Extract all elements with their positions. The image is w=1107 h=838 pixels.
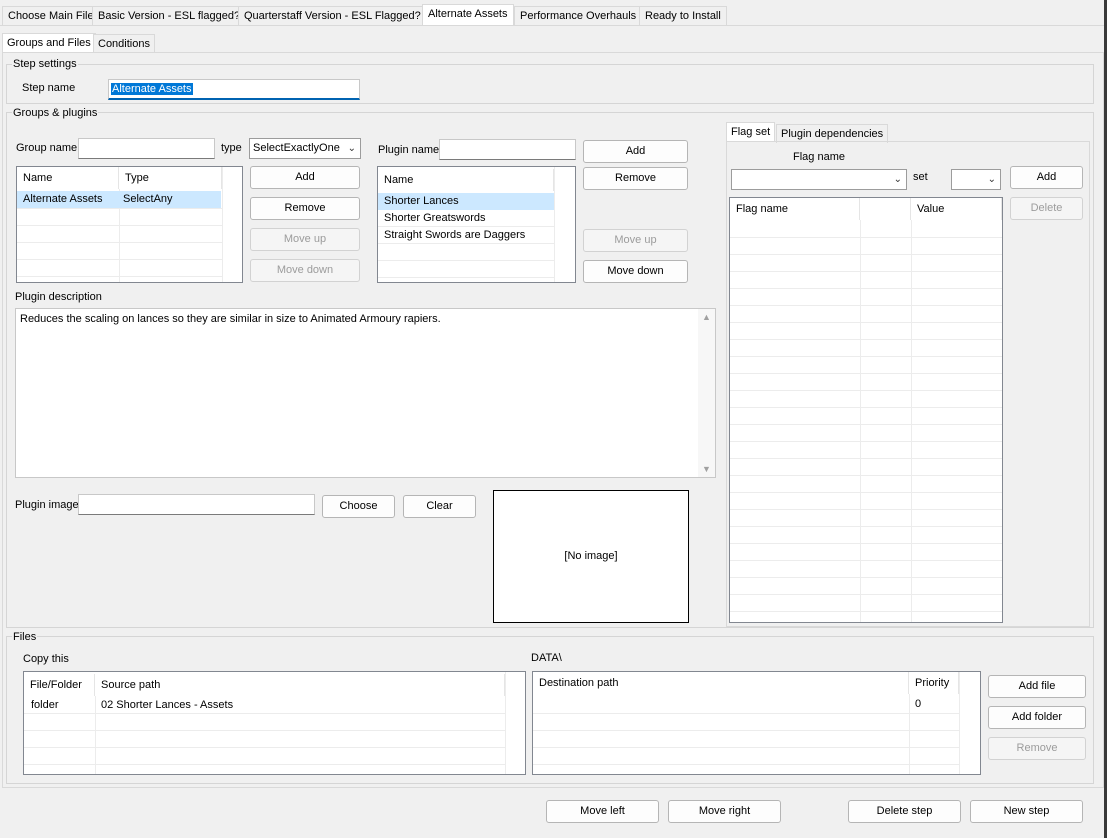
table-row[interactable]: Alternate Assets SelectAny xyxy=(17,191,221,208)
groups-header-type: Type xyxy=(119,167,222,189)
tab-basic-version[interactable]: Basic Version - ESL flagged? xyxy=(92,6,247,25)
list-item[interactable]: Straight Swords are Daggers xyxy=(378,227,554,244)
dest-row-priority: 0 xyxy=(915,698,922,710)
flag-name-label: Flag name xyxy=(793,151,845,163)
tab-ready-to-install[interactable]: Ready to Install xyxy=(639,6,727,25)
flags-table[interactable]: Flag name Value xyxy=(729,197,1003,623)
main-tab-bar: Choose Main File Basic Version - ESL fla… xyxy=(0,0,1107,26)
list-item[interactable]: Shorter Lances xyxy=(378,193,554,210)
add-folder-button[interactable]: Add folder xyxy=(988,706,1086,729)
plugin-add-button[interactable]: Add xyxy=(583,140,688,163)
groups-header-name: Name xyxy=(17,167,119,189)
plugin-remove-button[interactable]: Remove xyxy=(583,167,688,190)
data-folder-label: DATA\ xyxy=(531,652,562,664)
source-header-type: File/Folder xyxy=(24,674,95,696)
groups-plugins-title: Groups & plugins xyxy=(12,107,99,119)
flags-header-blank xyxy=(860,198,911,220)
group-type-select[interactable]: SelectExactlyOne ⌄ xyxy=(249,138,361,159)
table-row[interactable]: folder 02 Shorter Lances - Assets xyxy=(24,697,505,714)
chevron-down-icon: ⌄ xyxy=(893,174,902,185)
group-move-down-button[interactable]: Move down xyxy=(250,259,360,282)
step-name-input[interactable]: Alternate Assets xyxy=(108,79,360,100)
flag-add-button[interactable]: Add xyxy=(1010,166,1083,189)
plugin-move-down-button[interactable]: Move down xyxy=(583,260,688,283)
new-step-button[interactable]: New step xyxy=(970,800,1083,823)
tab-groups-and-files[interactable]: Groups and Files xyxy=(2,33,96,53)
group-remove-button[interactable]: Remove xyxy=(250,197,360,220)
group-row-type: SelectAny xyxy=(123,193,173,205)
source-row-path: 02 Shorter Lances - Assets xyxy=(101,699,234,711)
delete-step-button[interactable]: Delete step xyxy=(848,800,961,823)
table-row[interactable]: 0 xyxy=(533,696,959,713)
group-type-value: SelectExactlyOne xyxy=(253,142,340,154)
files-title: Files xyxy=(12,631,38,643)
plugin-name-label: Plugin name xyxy=(378,144,440,156)
plugin-row-label: Shorter Lances xyxy=(384,195,459,207)
description-scrollbar[interactable]: ▲ ▼ xyxy=(698,309,715,477)
add-file-button[interactable]: Add file xyxy=(988,675,1086,698)
plugin-name-input[interactable] xyxy=(439,139,576,160)
step-name-label: Step name xyxy=(22,82,76,94)
flag-name-select[interactable]: ⌄ xyxy=(731,169,907,190)
flag-value-select[interactable]: ⌄ xyxy=(951,169,1001,190)
remove-file-button[interactable]: Remove xyxy=(988,737,1086,760)
copy-this-label: Copy this xyxy=(23,653,69,665)
flags-header-value: Value xyxy=(911,198,1002,220)
dest-header-path: Destination path xyxy=(533,672,909,694)
source-header-path: Source path xyxy=(95,674,505,696)
flag-delete-button[interactable]: Delete xyxy=(1010,197,1083,220)
chevron-down-icon: ⌄ xyxy=(347,143,356,154)
chevron-down-icon: ⌄ xyxy=(987,174,996,185)
plugin-image-label: Plugin image xyxy=(15,499,79,511)
plugin-image-input[interactable] xyxy=(78,494,315,515)
group-name-input[interactable] xyxy=(78,138,215,159)
group-row-name: Alternate Assets xyxy=(23,193,103,205)
plugin-description-textarea[interactable]: Reduces the scaling on lances so they ar… xyxy=(15,308,716,478)
plugins-header-name: Name xyxy=(378,169,554,191)
group-name-label: Group name xyxy=(16,142,78,154)
scroll-down-icon[interactable]: ▼ xyxy=(702,464,711,474)
source-files-table[interactable]: File/Folder Source path folder 02 Shorte… xyxy=(23,671,526,775)
move-right-button[interactable]: Move right xyxy=(668,800,781,823)
tab-alternate-assets[interactable]: Alternate Assets xyxy=(422,4,514,26)
tab-bar-divider xyxy=(0,25,1107,26)
plugin-row-label: Shorter Greatswords xyxy=(384,212,486,224)
tab-flag-set[interactable]: Flag set xyxy=(726,122,776,142)
destination-files-table[interactable]: Destination path Priority 0 xyxy=(532,671,981,775)
tab-conditions[interactable]: Conditions xyxy=(93,34,155,53)
plugin-row-label: Straight Swords are Daggers xyxy=(384,229,526,241)
tab-quarterstaff-version[interactable]: Quarterstaff Version - ESL Flagged? xyxy=(238,6,427,25)
move-left-button[interactable]: Move left xyxy=(546,800,659,823)
scroll-up-icon[interactable]: ▲ xyxy=(702,312,711,322)
step-settings-title: Step settings xyxy=(12,58,78,70)
type-label: type xyxy=(221,142,242,154)
choose-image-button[interactable]: Choose xyxy=(322,495,395,518)
plugin-move-up-button[interactable]: Move up xyxy=(583,229,688,252)
tab-choose-main-file[interactable]: Choose Main File xyxy=(2,6,100,25)
list-item[interactable]: Shorter Greatswords xyxy=(378,210,554,227)
flags-header-name: Flag name xyxy=(730,198,860,220)
set-label: set xyxy=(913,171,928,183)
plugin-description-text: Reduces the scaling on lances so they ar… xyxy=(20,313,441,325)
source-row-type: folder xyxy=(31,699,59,711)
clear-image-button[interactable]: Clear xyxy=(403,495,476,518)
no-image-text: [No image] xyxy=(564,550,618,562)
groups-table[interactable]: Name Type Alternate Assets SelectAny xyxy=(16,166,243,283)
step-name-value: Alternate Assets xyxy=(111,83,193,95)
group-move-up-button[interactable]: Move up xyxy=(250,228,360,251)
plugins-table[interactable]: Name Shorter Lances Shorter Greatswords … xyxy=(377,166,576,283)
tab-performance-overhauls[interactable]: Performance Overhauls xyxy=(514,6,643,25)
dest-header-priority: Priority xyxy=(909,672,959,694)
plugin-image-preview: [No image] xyxy=(493,490,689,623)
group-add-button[interactable]: Add xyxy=(250,166,360,189)
plugin-description-label: Plugin description xyxy=(15,291,102,303)
